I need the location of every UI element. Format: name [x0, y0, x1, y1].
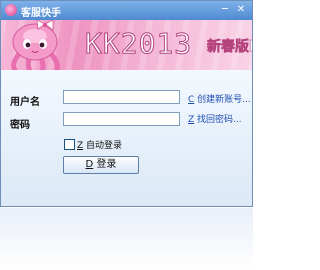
password-label: 密码 — [10, 120, 30, 131]
create-account-hotkey: C — [188, 95, 195, 105]
username-input[interactable] — [63, 90, 180, 104]
window-title: 客服快手 — [21, 8, 61, 19]
auto-login-text: 自动登录 — [86, 141, 123, 151]
login-window: 客服快手 ─ ✕ KK2013 新春版b1 — [0, 0, 253, 207]
password-input[interactable] — [63, 112, 180, 126]
login-form: 用户名 C 创建新账号... 密码 Z 找回密码... Z 自动登录 D 登录 — [1, 70, 252, 206]
auto-login-checkbox[interactable] — [64, 139, 75, 150]
recover-password-text: 找回密码... — [197, 115, 242, 125]
close-button[interactable]: ✕ — [234, 3, 248, 17]
username-label: 用户名 — [10, 97, 40, 108]
banner-edition: 新春版b1 — [207, 39, 252, 56]
title-bar[interactable]: 客服快手 ─ ✕ — [1, 1, 252, 20]
recover-password-link[interactable]: Z 找回密码... — [188, 112, 242, 125]
create-account-text: 创建新账号... — [197, 95, 251, 105]
auto-login-hotkey: Z — [77, 141, 84, 151]
login-hotkey: D — [85, 159, 94, 170]
create-account-link[interactable]: C 创建新账号... — [188, 92, 251, 105]
auto-login-label[interactable]: Z 自动登录 — [77, 138, 122, 151]
login-button-label: 登录 — [96, 159, 117, 170]
minimize-button[interactable]: ─ — [218, 3, 232, 17]
recover-password-hotkey: Z — [188, 115, 195, 125]
login-button[interactable]: D 登录 — [63, 156, 139, 174]
banner-title: KK2013 — [84, 27, 193, 61]
window-reflection — [0, 208, 253, 270]
banner: KK2013 新春版b1 — [1, 20, 252, 70]
app-icon — [5, 4, 17, 16]
octopus-mascot-icon — [11, 20, 60, 70]
